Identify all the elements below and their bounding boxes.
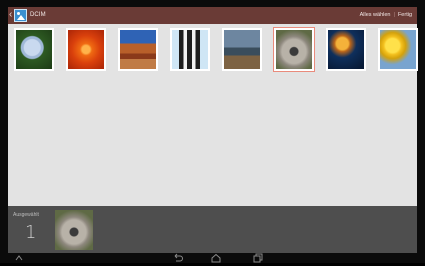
home-icon[interactable] bbox=[210, 253, 222, 263]
thumbnail-lighthouse[interactable] bbox=[222, 28, 262, 71]
thumbnail-jellyfish[interactable] bbox=[326, 28, 366, 71]
system-navigation-bar bbox=[0, 253, 425, 263]
action-separator: | bbox=[393, 12, 395, 18]
expand-up-icon[interactable] bbox=[14, 253, 24, 263]
folder-title: DCIM bbox=[30, 12, 46, 18]
action-buttons: Alles wählen | Fertig bbox=[360, 10, 412, 21]
desert-image bbox=[120, 30, 156, 69]
chrysanthemum-image bbox=[68, 30, 104, 69]
mountain-shape bbox=[17, 15, 25, 20]
thumbnail-penguins[interactable] bbox=[170, 28, 210, 71]
penguins-image bbox=[172, 30, 208, 69]
selected-count: 1 bbox=[25, 222, 37, 243]
back-icon[interactable] bbox=[172, 253, 184, 263]
frame-left bbox=[0, 7, 8, 253]
thumbnail-desert[interactable] bbox=[118, 28, 158, 71]
selected-label: Ausgewählt bbox=[13, 212, 39, 218]
recent-apps-icon[interactable] bbox=[252, 253, 264, 263]
thumbnail-hydrangea[interactable] bbox=[14, 28, 54, 71]
selected-thumbnail-koala[interactable] bbox=[55, 210, 93, 250]
frame-right bbox=[417, 7, 425, 253]
lighthouse-image bbox=[224, 30, 260, 69]
selection-panel: Ausgewählt 1 bbox=[8, 206, 417, 253]
thumbnail-grid bbox=[8, 24, 418, 206]
tulips-image bbox=[380, 30, 416, 69]
action-bar: ‹ DCIM Alles wählen | Fertig bbox=[8, 7, 417, 24]
thumbnail-chrysanthemum[interactable] bbox=[66, 28, 106, 71]
done-button[interactable]: Fertig bbox=[398, 10, 412, 21]
jellyfish-image bbox=[328, 30, 364, 69]
thumbnail-tulips[interactable] bbox=[378, 28, 418, 71]
koala-image bbox=[276, 30, 312, 69]
gallery-picker-screen: ‹ DCIM Alles wählen | Fertig Ausgewählt … bbox=[0, 0, 425, 263]
gallery-app-icon[interactable] bbox=[14, 9, 27, 22]
frame-top bbox=[0, 0, 425, 7]
hydrangea-image bbox=[16, 30, 52, 69]
thumbnail-koala[interactable] bbox=[273, 27, 315, 72]
select-all-button[interactable]: Alles wählen bbox=[360, 10, 391, 21]
